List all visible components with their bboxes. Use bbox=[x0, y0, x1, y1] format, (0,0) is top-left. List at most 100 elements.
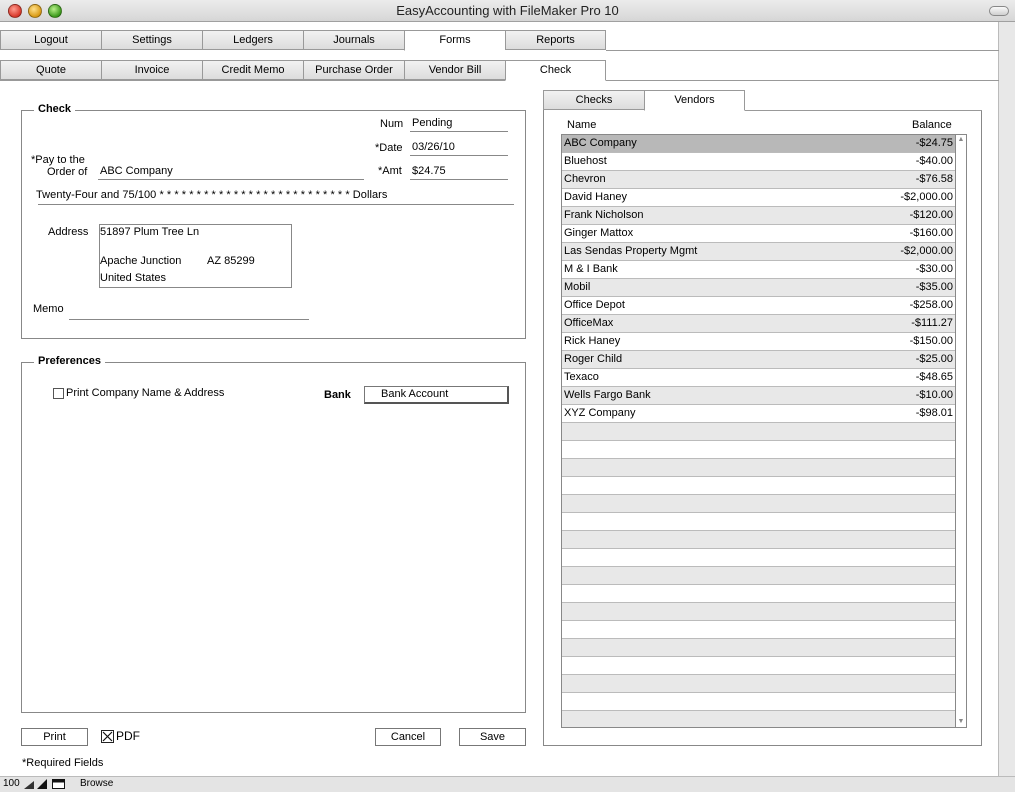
vendor-row-empty[interactable] bbox=[562, 423, 955, 441]
vendor-row[interactable]: Bluehost -$40.00 bbox=[562, 153, 955, 171]
scroll-up-arrow-icon[interactable]: ▲ bbox=[957, 136, 965, 144]
vendor-name: Rick Haney bbox=[564, 335, 621, 347]
vendor-row-empty[interactable] bbox=[562, 675, 955, 693]
vendor-row[interactable]: Texaco -$48.65 bbox=[562, 369, 955, 387]
vendor-row-empty[interactable] bbox=[562, 621, 955, 639]
pay-to-label-line1: *Pay to the bbox=[31, 154, 85, 166]
main-tab-divider bbox=[606, 50, 999, 51]
tab-credit-memo[interactable]: Credit Memo bbox=[202, 60, 303, 80]
vendor-balance: -$258.00 bbox=[909, 299, 953, 311]
num-field[interactable]: Pending bbox=[410, 117, 508, 132]
zoom-out-icon[interactable] bbox=[24, 779, 34, 792]
vendor-list: ABC Company -$24.75 Bluehost -$40.00 Chevron… bbox=[561, 134, 955, 728]
date-field[interactable]: 03/26/10 bbox=[410, 141, 508, 156]
vendor-balance: -$76.58 bbox=[915, 173, 953, 185]
vendor-row-empty[interactable] bbox=[562, 549, 955, 567]
vendor-balance: -$98.01 bbox=[915, 407, 953, 419]
zoom-level[interactable]: 100 bbox=[3, 778, 20, 789]
checkbox-x-icon bbox=[102, 731, 113, 742]
vendor-name: Wells Fargo Bank bbox=[564, 389, 651, 401]
vendor-row[interactable]: Wells Fargo Bank -$10.00 bbox=[562, 387, 955, 405]
right-tab-bar: Checks Vendors bbox=[543, 90, 745, 111]
vendor-row-empty[interactable] bbox=[562, 567, 955, 585]
save-button[interactable]: Save bbox=[459, 728, 526, 746]
vendor-row-empty[interactable] bbox=[562, 639, 955, 657]
vendor-name: M & I Bank bbox=[564, 263, 618, 275]
name-column-header: Name bbox=[567, 119, 597, 131]
vendor-name: OfficeMax bbox=[564, 317, 614, 329]
vendor-row-empty[interactable] bbox=[562, 693, 955, 711]
zoom-in-icon[interactable] bbox=[37, 779, 47, 792]
tab-invoice[interactable]: Invoice bbox=[101, 60, 202, 80]
vendor-row[interactable]: Frank Nicholson -$120.00 bbox=[562, 207, 955, 225]
num-label: Num bbox=[380, 118, 404, 130]
print-company-label: Print Company Name & Address bbox=[66, 387, 225, 399]
pdf-checkbox[interactable] bbox=[101, 730, 114, 743]
tab-forms[interactable]: Forms bbox=[404, 30, 505, 51]
mode-indicator[interactable]: Browse bbox=[80, 778, 113, 789]
vendor-row-empty[interactable] bbox=[562, 711, 955, 727]
amt-field[interactable]: $24.75 bbox=[410, 165, 508, 180]
vendor-row-empty[interactable] bbox=[562, 495, 955, 513]
toolbar-toggle-button[interactable] bbox=[989, 6, 1009, 16]
vendor-row-empty[interactable] bbox=[562, 513, 955, 531]
status-bar: 100 Browse bbox=[0, 776, 1015, 792]
vendor-row[interactable]: ABC Company -$24.75 bbox=[562, 135, 955, 153]
vendor-list-scrollbar[interactable]: ▲ ▼ bbox=[955, 134, 967, 728]
vendor-row[interactable]: OfficeMax -$111.27 bbox=[562, 315, 955, 333]
form-tab-divider-right bbox=[606, 80, 999, 81]
vendor-balance: -$2,000.00 bbox=[900, 191, 953, 203]
tab-purchase-order[interactable]: Purchase Order bbox=[303, 60, 404, 80]
vendor-row-empty[interactable] bbox=[562, 441, 955, 459]
pay-to-field[interactable]: ABC Company bbox=[98, 165, 364, 180]
vendor-row[interactable]: Mobil -$35.00 bbox=[562, 279, 955, 297]
address-line1: 51897 Plum Tree Ln bbox=[100, 226, 200, 238]
tab-quote[interactable]: Quote bbox=[0, 60, 101, 80]
vendor-row[interactable]: XYZ Company -$98.01 bbox=[562, 405, 955, 423]
tab-journals[interactable]: Journals bbox=[303, 30, 404, 50]
vendor-row-empty[interactable] bbox=[562, 531, 955, 549]
right-tab-divider bbox=[745, 110, 982, 111]
vendor-row[interactable]: David Haney -$2,000.00 bbox=[562, 189, 955, 207]
window-title: EasyAccounting with FileMaker Pro 10 bbox=[396, 3, 619, 18]
scroll-down-arrow-icon[interactable]: ▼ bbox=[957, 718, 965, 726]
vendor-row[interactable]: Ginger Mattox -$160.00 bbox=[562, 225, 955, 243]
check-legend: Check bbox=[34, 103, 76, 115]
cancel-button[interactable]: Cancel bbox=[375, 728, 441, 746]
print-company-checkbox[interactable] bbox=[53, 388, 64, 399]
tab-logout[interactable]: Logout bbox=[0, 30, 101, 50]
vendor-row-empty[interactable] bbox=[562, 603, 955, 621]
tab-check[interactable]: Check bbox=[505, 60, 606, 81]
vendor-row-empty[interactable] bbox=[562, 477, 955, 495]
vendor-row[interactable]: Rick Haney -$150.00 bbox=[562, 333, 955, 351]
vendor-row[interactable]: Office Depot -$258.00 bbox=[562, 297, 955, 315]
vendor-balance: -$10.00 bbox=[915, 389, 953, 401]
memo-field[interactable] bbox=[69, 319, 309, 320]
vendor-balance: -$30.00 bbox=[915, 263, 953, 275]
vendor-row-empty[interactable] bbox=[562, 657, 955, 675]
tab-reports[interactable]: Reports bbox=[505, 30, 606, 50]
vendor-row[interactable]: M & I Bank -$30.00 bbox=[562, 261, 955, 279]
vendor-name: Chevron bbox=[564, 173, 606, 185]
tab-vendor-bill[interactable]: Vendor Bill bbox=[404, 60, 505, 80]
balance-column-header: Balance bbox=[912, 119, 952, 131]
status-toolbar-toggle-icon[interactable] bbox=[52, 779, 65, 792]
tab-settings[interactable]: Settings bbox=[101, 30, 202, 50]
tab-checks[interactable]: Checks bbox=[543, 90, 644, 110]
vendor-balance: -$48.65 bbox=[915, 371, 953, 383]
vendor-row-empty[interactable] bbox=[562, 585, 955, 603]
tab-vendors[interactable]: Vendors bbox=[644, 90, 745, 111]
print-button[interactable]: Print bbox=[21, 728, 88, 746]
vendor-row[interactable]: Las Sendas Property Mgmt -$2,000.00 bbox=[562, 243, 955, 261]
vendor-row[interactable]: Roger Child -$25.00 bbox=[562, 351, 955, 369]
address-label: Address bbox=[48, 226, 89, 238]
vendor-row[interactable]: Chevron -$76.58 bbox=[562, 171, 955, 189]
vendor-name: ABC Company bbox=[564, 137, 637, 149]
vendor-row-empty[interactable] bbox=[562, 459, 955, 477]
tab-ledgers[interactable]: Ledgers bbox=[202, 30, 303, 50]
bank-account-field[interactable]: Bank Account bbox=[364, 386, 509, 404]
vendor-name: Las Sendas Property Mgmt bbox=[564, 245, 698, 257]
layout-content: Logout Settings Ledgers Journals Forms R… bbox=[0, 22, 999, 776]
bank-label: Bank bbox=[324, 389, 351, 401]
address-field[interactable]: 51897 Plum Tree Ln Apache Junction AZ 85… bbox=[99, 224, 292, 288]
